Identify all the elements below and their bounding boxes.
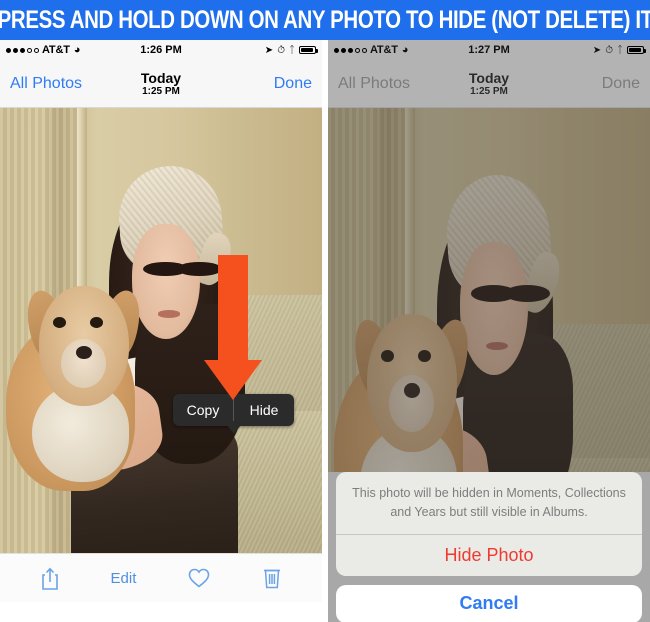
instruction-banner: PRESS AND HOLD DOWN ON ANY PHOTO TO HIDE… xyxy=(0,0,650,40)
alarm-clock-icon: ⏱ xyxy=(605,44,613,56)
wifi-icon: ◕ xyxy=(401,44,409,56)
screenshot-root: PRESS AND HOLD DOWN ON ANY PHOTO TO HIDE… xyxy=(0,0,650,622)
photo-woman-with-dog xyxy=(0,108,322,553)
done-button[interactable]: Done xyxy=(274,75,312,93)
alarm-clock-icon: ⏱ xyxy=(277,44,285,56)
cancel-button[interactable]: Cancel xyxy=(336,584,642,622)
right-status-bar: AT&T ◕ 1:27 PM ➤ ⏱ ᛏ xyxy=(328,40,650,60)
left-nav-bar: All Photos Today 1:25 PM Done xyxy=(0,60,322,108)
right-status-carrier-group: AT&T ◕ xyxy=(334,44,408,56)
signal-strength-icon xyxy=(334,47,367,53)
hide-photo-action-sheet: This photo will be hidden in Moments, Co… xyxy=(328,472,650,622)
bluetooth-icon: ᛏ xyxy=(289,44,295,56)
action-sheet-message: This photo will be hidden in Moments, Co… xyxy=(336,472,642,535)
battery-icon xyxy=(299,46,318,54)
left-photo-viewer[interactable] xyxy=(0,108,322,553)
left-status-carrier-group: AT&T ◕ xyxy=(6,44,80,56)
wifi-icon: ◕ xyxy=(73,44,81,56)
left-phone-screen: AT&T ◕ 1:26 PM ➤ ⏱ ᛏ All Photos Today 1:… xyxy=(0,40,322,622)
location-arrow-icon: ➤ xyxy=(264,44,274,56)
phone-screenshots-row: AT&T ◕ 1:26 PM ➤ ⏱ ᛏ All Photos Today 1:… xyxy=(0,40,650,622)
share-icon[interactable] xyxy=(40,566,60,591)
right-nav-bar: All Photos Today 1:25 PM Done xyxy=(328,60,650,108)
edit-button[interactable]: Edit xyxy=(111,570,137,587)
action-sheet-card: This photo will be hidden in Moments, Co… xyxy=(336,472,642,576)
location-arrow-icon: ➤ xyxy=(592,44,602,56)
left-status-bar: AT&T ◕ 1:26 PM ➤ ⏱ ᛏ xyxy=(0,40,322,60)
battery-icon xyxy=(627,46,646,54)
carrier-label: AT&T xyxy=(370,44,398,56)
context-menu-pointer xyxy=(226,425,241,434)
all-photos-back-button[interactable]: All Photos xyxy=(338,75,410,93)
right-status-indicators: ➤ ⏱ ᛏ xyxy=(592,44,646,56)
hide-photo-button[interactable]: Hide Photo xyxy=(336,535,642,576)
all-photos-back-button[interactable]: All Photos xyxy=(10,75,82,93)
bluetooth-icon: ᛏ xyxy=(617,44,623,56)
signal-strength-icon xyxy=(6,47,39,53)
done-button[interactable]: Done xyxy=(602,75,640,93)
left-status-indicators: ➤ ⏱ ᛏ xyxy=(264,44,318,56)
right-phone-screen: AT&T ◕ 1:27 PM ➤ ⏱ ᛏ All Photos Today 1:… xyxy=(328,40,650,622)
trash-icon[interactable] xyxy=(262,566,282,590)
annotation-arrow-to-hide xyxy=(204,255,262,400)
heart-icon[interactable] xyxy=(187,567,211,589)
carrier-label: AT&T xyxy=(42,44,70,56)
instruction-banner-text: PRESS AND HOLD DOWN ON ANY PHOTO TO HIDE… xyxy=(0,5,650,34)
left-bottom-toolbar: Edit xyxy=(0,553,322,602)
